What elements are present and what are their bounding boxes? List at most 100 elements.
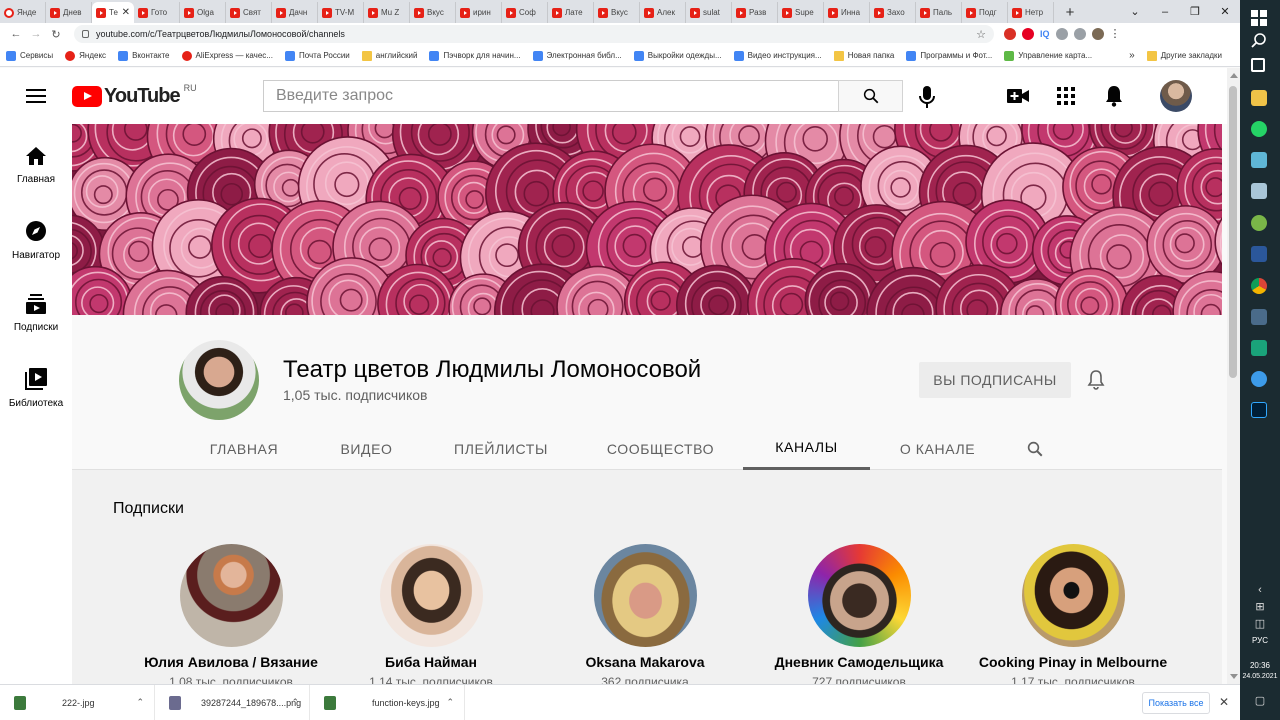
browser-tab[interactable]: Вкус — [594, 2, 640, 23]
channel-card[interactable]: Биба Найман 1,14 тыс. подписчиков — [324, 544, 538, 684]
channel-card-avatar[interactable] — [1021, 544, 1125, 647]
calculator-icon[interactable] — [1251, 309, 1267, 325]
browser-tab[interactable]: sulat — [686, 2, 732, 23]
file-explorer-icon[interactable] — [1251, 90, 1267, 106]
pinterest-icon[interactable] — [1022, 28, 1034, 40]
bookmark-star-icon[interactable]: ☆ — [976, 28, 986, 41]
channel-card[interactable]: Cooking Pinay in Melbourne 1,17 тыс. под… — [966, 544, 1180, 684]
tab-home[interactable]: ГЛАВНАЯ — [179, 427, 309, 470]
subscribed-button[interactable]: ВЫ ПОДПИСАНЫ — [919, 362, 1071, 398]
browser-tab[interactable]: Алек — [640, 2, 686, 23]
other-bookmarks[interactable]: Другие закладки — [1146, 50, 1222, 61]
browser-tab[interactable]: Свят — [226, 2, 272, 23]
menu-dots-icon[interactable]: ⋮ — [1110, 28, 1122, 40]
voice-search-button[interactable] — [913, 84, 941, 110]
channel-card-name[interactable]: Cooking Pinay in Melbourne — [979, 654, 1167, 670]
tab-playlists[interactable]: ПЛЕЙЛИСТЫ — [424, 427, 578, 470]
sidebar-item-subscriptions[interactable]: Подписки — [0, 272, 72, 346]
scrollbar-thumb[interactable] — [1229, 86, 1237, 378]
word-icon[interactable] — [1251, 246, 1267, 262]
channel-avatar[interactable] — [179, 340, 259, 420]
browser-tab[interactable]: Подг — [962, 2, 1008, 23]
playlist-icon[interactable] — [1073, 28, 1086, 40]
menu-icon[interactable] — [26, 89, 46, 103]
browser-tab[interactable]: Паль — [916, 2, 962, 23]
bookmark-item[interactable]: Пэчворк для начин... — [429, 50, 521, 61]
close-tab-icon[interactable]: ✕ — [122, 7, 130, 18]
bookmark-item[interactable]: Яндекс — [65, 50, 106, 61]
create-video-icon[interactable] — [1006, 84, 1030, 108]
restore-icon[interactable]: ❐ — [1180, 5, 1210, 18]
chevron-up-icon[interactable]: ⌃ — [291, 697, 299, 708]
channel-card-name[interactable]: Дневник Самодельщика — [775, 654, 944, 670]
chrome-icon[interactable] — [1251, 278, 1267, 294]
bookmark-item[interactable]: Вконтакте — [118, 50, 170, 61]
notification-bell-button[interactable] — [1084, 367, 1108, 391]
scroll-up-icon[interactable] — [1230, 73, 1238, 78]
page-scrollbar[interactable] — [1227, 68, 1240, 684]
close-shelf-icon[interactable]: ✕ — [1219, 695, 1229, 709]
browser-tab[interactable]: Гото — [134, 2, 180, 23]
puzzle-icon[interactable] — [1055, 28, 1068, 40]
bookmark-item[interactable]: Выкройки одежды... — [633, 50, 722, 61]
channel-card-avatar[interactable] — [807, 544, 911, 647]
sidebar-item-library[interactable]: Библиотека — [0, 346, 72, 420]
bookmark-item[interactable]: Новая папка — [833, 50, 894, 61]
browser-tab[interactable]: Mu Z — [364, 2, 410, 23]
browser-tab[interactable]: Olga — [180, 2, 226, 23]
browser-tab[interactable]: Янде — [0, 2, 46, 23]
photoshop-icon[interactable] — [1251, 402, 1267, 418]
minimize-icon[interactable]: – — [1150, 6, 1180, 18]
channel-card-avatar[interactable] — [179, 544, 283, 647]
download-item[interactable]: 39287244_189678....png ⌃ — [155, 684, 310, 720]
bookmark-item[interactable]: английский — [361, 50, 417, 61]
app-icon[interactable] — [1251, 215, 1267, 231]
chevron-up-icon[interactable]: ⌃ — [136, 697, 144, 708]
bookmark-item[interactable]: Электронная библ... — [532, 50, 622, 61]
channel-card-avatar[interactable] — [379, 544, 483, 647]
browser-tab[interactable]: Разв — [732, 2, 778, 23]
channel-card-name[interactable]: Oksana Makarova — [585, 654, 704, 670]
bookmark-item[interactable]: Почта России — [284, 50, 350, 61]
new-tab-button[interactable]: + — [1060, 2, 1080, 23]
account-avatar[interactable] — [1160, 80, 1192, 112]
forward-icon[interactable]: → — [26, 28, 46, 40]
notifications-icon[interactable]: ▢ — [1240, 694, 1280, 707]
lock-icon[interactable] — [82, 30, 89, 38]
close-window-icon[interactable]: ✕ — [1210, 5, 1240, 18]
whatsapp-icon[interactable] — [1251, 121, 1267, 137]
network-icon[interactable]: ⊞ — [1240, 600, 1280, 613]
tab-about[interactable]: О КАНАЛЕ — [870, 427, 1005, 470]
channel-card-avatar[interactable] — [593, 544, 697, 647]
browser-tab[interactable]: Инна — [824, 2, 870, 23]
search-icon[interactable] — [1251, 32, 1267, 48]
app-icon[interactable] — [1251, 152, 1267, 168]
bookmark-item[interactable]: AliExpress — качес... — [181, 50, 273, 61]
channel-card-name[interactable]: Биба Найман — [385, 654, 477, 670]
clock-time[interactable]: 20:36 — [1240, 661, 1280, 671]
channel-card[interactable]: Oksana Makarova 362 подписчика — [538, 544, 752, 684]
tab-channels[interactable]: КАНАЛЫ — [743, 427, 870, 470]
app-icon[interactable] — [1251, 183, 1267, 199]
browser-tab[interactable]: Те ✕ — [92, 2, 134, 23]
show-all-downloads-button[interactable]: Показать все — [1142, 692, 1210, 714]
bookmark-item[interactable]: Сервисы — [6, 50, 53, 61]
browser-tab[interactable]: Захо — [870, 2, 916, 23]
clock-date[interactable]: 24.05.2021 — [1240, 672, 1280, 682]
browser-tab[interactable]: TV-M — [318, 2, 364, 23]
windows-start-icon[interactable] — [1251, 10, 1267, 26]
bookmark-item[interactable]: Видео инструкция... — [733, 50, 822, 61]
tab-search-icon[interactable]: ⌄ — [1120, 5, 1150, 18]
profile-avatar-icon[interactable] — [1091, 28, 1104, 40]
sidebar-item-explore[interactable]: Навигатор — [0, 198, 72, 272]
notifications-bell-icon[interactable] — [1102, 84, 1126, 108]
app-icon[interactable] — [1251, 340, 1267, 356]
browser-tab[interactable]: Вкус — [410, 2, 456, 23]
chevron-up-icon[interactable]: ⌃ — [446, 697, 454, 708]
search-button[interactable] — [838, 80, 903, 112]
tab-videos[interactable]: ВИДЕО — [309, 427, 424, 470]
browser-tab[interactable]: Соф — [502, 2, 548, 23]
keyboard-language[interactable]: РУС — [1240, 636, 1280, 645]
download-item[interactable]: function-keys.jpg ⌃ — [310, 684, 465, 720]
browser-tab[interactable]: Supe — [778, 2, 824, 23]
